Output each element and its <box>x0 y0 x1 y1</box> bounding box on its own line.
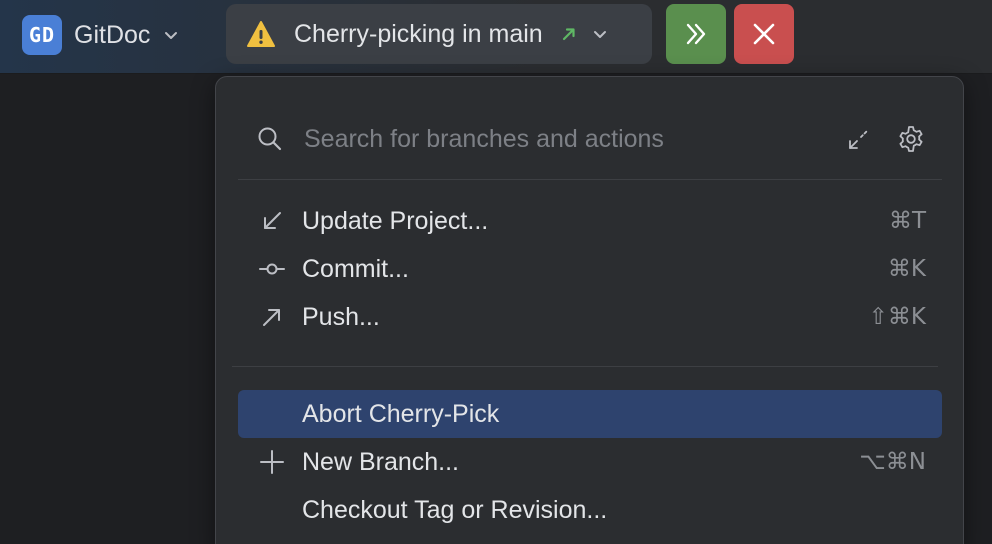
close-icon <box>753 23 775 45</box>
menu-item-label: Commit... <box>302 254 409 283</box>
project-name: GitDoc <box>74 20 151 49</box>
search-input[interactable] <box>304 119 846 159</box>
menu-item-commit[interactable]: Commit... ⌘K <box>238 245 942 293</box>
shortcut-label: ⌘K <box>887 256 926 282</box>
shortcut-label: ⌥⌘N <box>859 449 926 475</box>
menu-item-label: New Branch... <box>302 447 460 476</box>
menu-item-abort-cherry-pick[interactable]: Abort Cherry-Pick <box>238 390 942 438</box>
menu-item-new-branch[interactable]: New Branch... ⌥⌘N <box>238 438 942 486</box>
vcs-branch-widget[interactable]: Cherry-picking in main <box>226 4 652 64</box>
search-icon <box>258 127 282 151</box>
shortcut-label: ⌘T <box>888 208 926 234</box>
menu-item-label: Checkout Tag or Revision... <box>302 495 608 524</box>
push-arrow-icon <box>263 309 280 326</box>
separator <box>238 179 942 180</box>
collapse-icon[interactable] <box>846 126 872 152</box>
gear-icon[interactable] <box>896 124 926 154</box>
shortcut-label: ⇧⌘K <box>868 304 926 330</box>
outgoing-arrow-icon <box>562 28 575 41</box>
commit-icon <box>259 263 285 275</box>
menu-item-label: Update Project... <box>302 206 489 235</box>
double-chevron-right-icon <box>686 23 706 45</box>
vcs-status-label: Cherry-picking in main <box>294 19 543 48</box>
chevron-down-icon <box>165 32 178 39</box>
update-arrow-icon <box>264 212 281 229</box>
menu-item-label: Push... <box>302 302 380 331</box>
warning-icon <box>247 21 275 47</box>
chevron-down-icon <box>593 31 606 38</box>
project-badge: GD <box>22 15 62 55</box>
title-bar: GD GitDoc Cherry-picking in main <box>0 0 992 74</box>
continue-cherry-pick-button[interactable] <box>666 4 726 64</box>
plus-icon <box>260 450 284 474</box>
menu-item-update-project[interactable]: Update Project... ⌘T <box>238 197 942 245</box>
empty-icon-slot <box>258 496 286 524</box>
project-selector[interactable]: GD GitDoc <box>14 10 188 60</box>
menu-item-push[interactable]: Push... ⇧⌘K <box>238 293 942 341</box>
empty-icon-slot <box>258 400 286 428</box>
menu-item-label: Abort Cherry-Pick <box>302 399 500 428</box>
menu-item-checkout-tag[interactable]: Checkout Tag or Revision... <box>238 486 942 534</box>
separator <box>232 366 938 367</box>
search-bar <box>238 107 942 171</box>
abort-button[interactable] <box>734 4 794 64</box>
branches-popup: Update Project... ⌘T Commit... ⌘K Push..… <box>215 76 964 544</box>
